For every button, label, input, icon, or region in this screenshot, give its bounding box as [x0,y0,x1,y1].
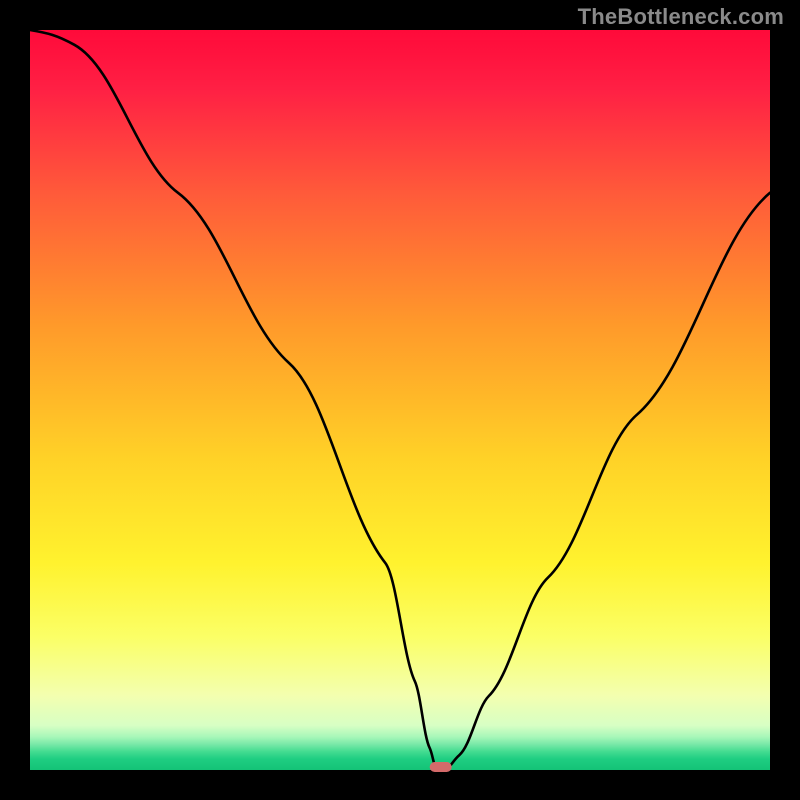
plot-background [30,30,770,770]
bottleneck-chart [0,0,800,800]
watermark-label: TheBottleneck.com [578,4,784,30]
bottleneck-marker [430,762,452,772]
chart-stage: TheBottleneck.com [0,0,800,800]
